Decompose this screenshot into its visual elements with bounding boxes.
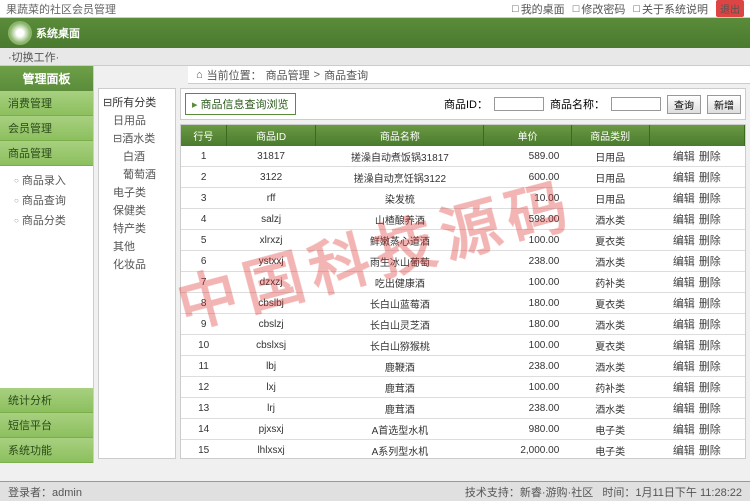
table-row: 4salzj山楂酿养酒598.00酒水类编辑删除 [181, 209, 745, 230]
name-input[interactable] [611, 97, 661, 111]
table-row: 14pjxsxjA首选型水机980.00电子类编辑删除 [181, 419, 745, 440]
delete-link[interactable]: 删除 [699, 445, 721, 457]
my-desktop-link[interactable]: □我的桌面 [512, 1, 565, 17]
tree-drink[interactable]: ⊟酒水类 [103, 129, 171, 147]
tree-elec[interactable]: 电子类 [103, 183, 171, 201]
th-action [649, 125, 744, 146]
sub-product-add[interactable]: 商品录入 [14, 170, 93, 190]
edit-link[interactable]: 编辑 [673, 445, 695, 457]
table-row: 10cbslxsj长白山猕猴桃100.00夏衣类编辑删除 [181, 335, 745, 356]
edit-link[interactable]: 编辑 [673, 424, 695, 436]
nav-member[interactable]: 会员管理 [0, 116, 93, 141]
status-login: 登录者：admin [8, 484, 82, 500]
nav-system[interactable]: 系统功能 [0, 438, 93, 463]
edit-link[interactable]: 编辑 [673, 319, 695, 331]
table-row: 8cbslbj长白山蓝莓酒180.00夏衣类编辑删除 [181, 293, 745, 314]
tree-daily[interactable]: 日用品 [103, 111, 171, 129]
table-row: 5xlrxzj鲜嫩蒸心道酒100.00夏衣类编辑删除 [181, 230, 745, 251]
edit-link[interactable]: 编辑 [673, 193, 695, 205]
edit-link[interactable]: 编辑 [673, 277, 695, 289]
add-button[interactable]: 新增 [707, 95, 741, 114]
sub-product-category[interactable]: 商品分类 [14, 210, 93, 230]
delete-link[interactable]: 删除 [699, 361, 721, 373]
th-name: 商品名称 [316, 125, 484, 146]
id-input[interactable] [494, 97, 544, 111]
table-row: 23122搓澡自动烹饪锅3122600.00日用品编辑删除 [181, 167, 745, 188]
tree-special[interactable]: 特产类 [103, 219, 171, 237]
logout-button[interactable]: 退出 [716, 0, 744, 17]
delete-link[interactable]: 删除 [699, 298, 721, 310]
edit-link[interactable]: 编辑 [673, 340, 695, 352]
panel-title: 商品信息查询浏览 [185, 93, 296, 115]
table-row: 9cbslzj长白山灵芝酒180.00酒水类编辑删除 [181, 314, 745, 335]
delete-link[interactable]: 删除 [699, 424, 721, 436]
table-row: 131817搓澡自动煮饭锅31817589.00日用品编辑删除 [181, 146, 745, 167]
delete-link[interactable]: 删除 [699, 382, 721, 394]
breadcrumb: ⌂ 当前位置： 商品管理 > 商品查询 [188, 66, 750, 84]
table-row: 15lhlxsxjA系列型水机2,000.00电子类编辑删除 [181, 440, 745, 460]
edit-link[interactable]: 编辑 [673, 235, 695, 247]
edit-link[interactable]: 编辑 [673, 151, 695, 163]
nav-product[interactable]: 商品管理 [0, 141, 93, 166]
table-row: 11lbj鹿鞭酒238.00酒水类编辑删除 [181, 356, 745, 377]
status-time: 时间：1月11日下午 11:28:22 [602, 487, 742, 499]
th-cat: 商品类别 [571, 125, 649, 146]
table-row: 6ystxxj雨生冰山葡萄238.00酒水类编辑删除 [181, 251, 745, 272]
tree-makeup[interactable]: 化妆品 [103, 255, 171, 273]
product-table: 行号 商品ID 商品名称 单价 商品类别 131817搓澡自动煮饭锅318175… [181, 125, 745, 459]
th-no: 行号 [181, 125, 226, 146]
delete-link[interactable]: 删除 [699, 403, 721, 415]
delete-link[interactable]: 删除 [699, 235, 721, 247]
delete-link[interactable]: 删除 [699, 256, 721, 268]
delete-link[interactable]: 删除 [699, 319, 721, 331]
change-pwd-link[interactable]: □修改密码 [573, 1, 626, 17]
table-row: 7dzxzj吃出健康酒100.00药补类编辑删除 [181, 272, 745, 293]
logo: 系统桌面 [8, 21, 80, 45]
edit-link[interactable]: 编辑 [673, 298, 695, 310]
edit-link[interactable]: 编辑 [673, 403, 695, 415]
status-tech: 技术支持：新睿·游购·社区 [465, 487, 593, 499]
tree-other[interactable]: 其他 [103, 237, 171, 255]
nav-stats[interactable]: 统计分析 [0, 388, 93, 413]
nav-consume[interactable]: 消费管理 [0, 91, 93, 116]
app-title: 果蔬菜的社区会员管理 [6, 1, 116, 17]
edit-link[interactable]: 编辑 [673, 361, 695, 373]
table-row: 12lxj鹿茸酒100.00药补类编辑删除 [181, 377, 745, 398]
table-row: 13lrj鹿茸酒238.00酒水类编辑删除 [181, 398, 745, 419]
th-id: 商品ID [226, 125, 316, 146]
logo-icon [8, 21, 32, 45]
delete-link[interactable]: 删除 [699, 340, 721, 352]
name-label: 商品名称： [550, 96, 605, 112]
delete-link[interactable]: 删除 [699, 172, 721, 184]
work-switch[interactable]: ·切换工作· [0, 48, 750, 66]
edit-link[interactable]: 编辑 [673, 214, 695, 226]
tree-root[interactable]: ⊟所有分类 [103, 93, 171, 111]
delete-link[interactable]: 删除 [699, 214, 721, 226]
delete-link[interactable]: 删除 [699, 193, 721, 205]
table-row: 3rff染发梳10.00日用品编辑删除 [181, 188, 745, 209]
about-link[interactable]: □关于系统说明 [633, 1, 708, 17]
delete-link[interactable]: 删除 [699, 277, 721, 289]
delete-link[interactable]: 删除 [699, 151, 721, 163]
category-tree: ⊟所有分类 日用品 ⊟酒水类 白酒 葡萄酒 电子类 保健类 特产类 其他 化妆品 [98, 88, 176, 459]
query-button[interactable]: 查询 [667, 95, 701, 114]
nav-sms[interactable]: 短信平台 [0, 413, 93, 438]
tree-health[interactable]: 保健类 [103, 201, 171, 219]
location-icon: ⌂ [196, 69, 203, 81]
edit-link[interactable]: 编辑 [673, 382, 695, 394]
id-label: 商品ID： [444, 96, 488, 112]
edit-link[interactable]: 编辑 [673, 172, 695, 184]
sub-product-query[interactable]: 商品查询 [14, 190, 93, 210]
sidebar-title: 管理面板 [0, 66, 93, 91]
th-price: 单价 [484, 125, 571, 146]
tree-wine[interactable]: 葡萄酒 [103, 165, 171, 183]
edit-link[interactable]: 编辑 [673, 256, 695, 268]
tree-baijiu[interactable]: 白酒 [103, 147, 171, 165]
